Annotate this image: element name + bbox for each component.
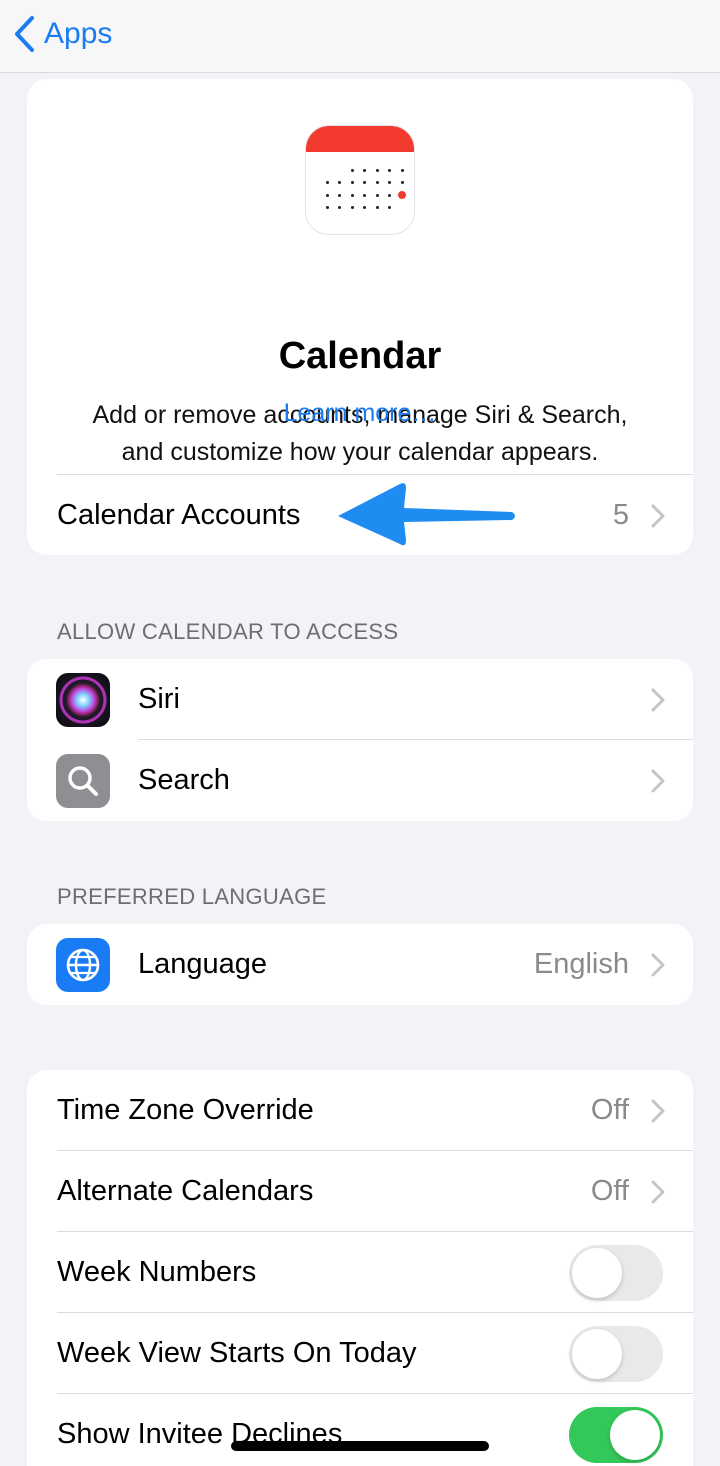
week-numbers-toggle[interactable] [569,1245,663,1301]
chevron-right-icon [651,953,665,977]
search-label: Search [138,764,230,796]
time-zone-override-row[interactable]: Time Zone Override Off [27,1070,693,1151]
home-indicator [231,1441,489,1451]
language-label: Language [138,948,268,980]
search-row[interactable]: Search [27,740,693,821]
annotation-arrow-icon [338,483,515,546]
language-row[interactable]: Language English [27,924,693,1005]
calendar-settings-card: Time Zone Override Off Alternate Calenda… [27,1070,693,1466]
alternate-calendars-label: Alternate Calendars [57,1175,314,1207]
week-view-starts-label: Week View Starts On Today [57,1337,417,1369]
back-button[interactable]: Apps [12,14,112,54]
language-card: Language English [27,924,693,1005]
language-section-header: PREFERRED LANGUAGE [57,884,327,909]
calendar-accounts-label: Calendar Accounts [57,499,301,531]
app-title: Calendar [278,335,442,377]
calendar-accounts-count: 5 [612,499,629,531]
navigation-bar: Apps [0,0,720,73]
siri-icon [56,673,110,727]
show-invitee-declines-row: Show Invitee Declines [27,1394,693,1466]
search-icon [56,754,110,808]
access-card: Siri Search [27,659,693,821]
week-numbers-label: Week Numbers [57,1256,257,1288]
siri-row[interactable]: Siri [27,659,693,740]
chevron-right-icon [651,769,665,793]
week-view-starts-row: Week View Starts On Today [27,1313,693,1394]
alternate-calendars-row[interactable]: Alternate Calendars Off [27,1151,693,1232]
week-view-starts-toggle[interactable] [569,1326,663,1382]
time-zone-override-value: Off [590,1094,629,1126]
chevron-right-icon [651,1099,665,1123]
access-section-header: ALLOW CALENDAR TO ACCESS [57,619,399,644]
time-zone-override-label: Time Zone Override [57,1094,314,1126]
language-value: English [533,948,629,980]
calendar-app-icon [305,125,415,235]
app-description-line-2: and customize how your calendar appears. [121,438,599,466]
chevron-right-icon [651,504,665,528]
chevron-left-icon [15,16,34,52]
alternate-calendars-value: Off [590,1175,629,1207]
globe-icon [56,938,110,992]
show-invitee-declines-toggle[interactable] [569,1407,663,1463]
learn-more-link[interactable]: Learn more… [27,395,693,431]
siri-label: Siri [138,683,180,715]
chevron-right-icon [651,1180,665,1204]
chevron-right-icon [651,688,665,712]
week-numbers-row: Week Numbers [27,1232,693,1313]
back-label: Apps [44,17,113,50]
